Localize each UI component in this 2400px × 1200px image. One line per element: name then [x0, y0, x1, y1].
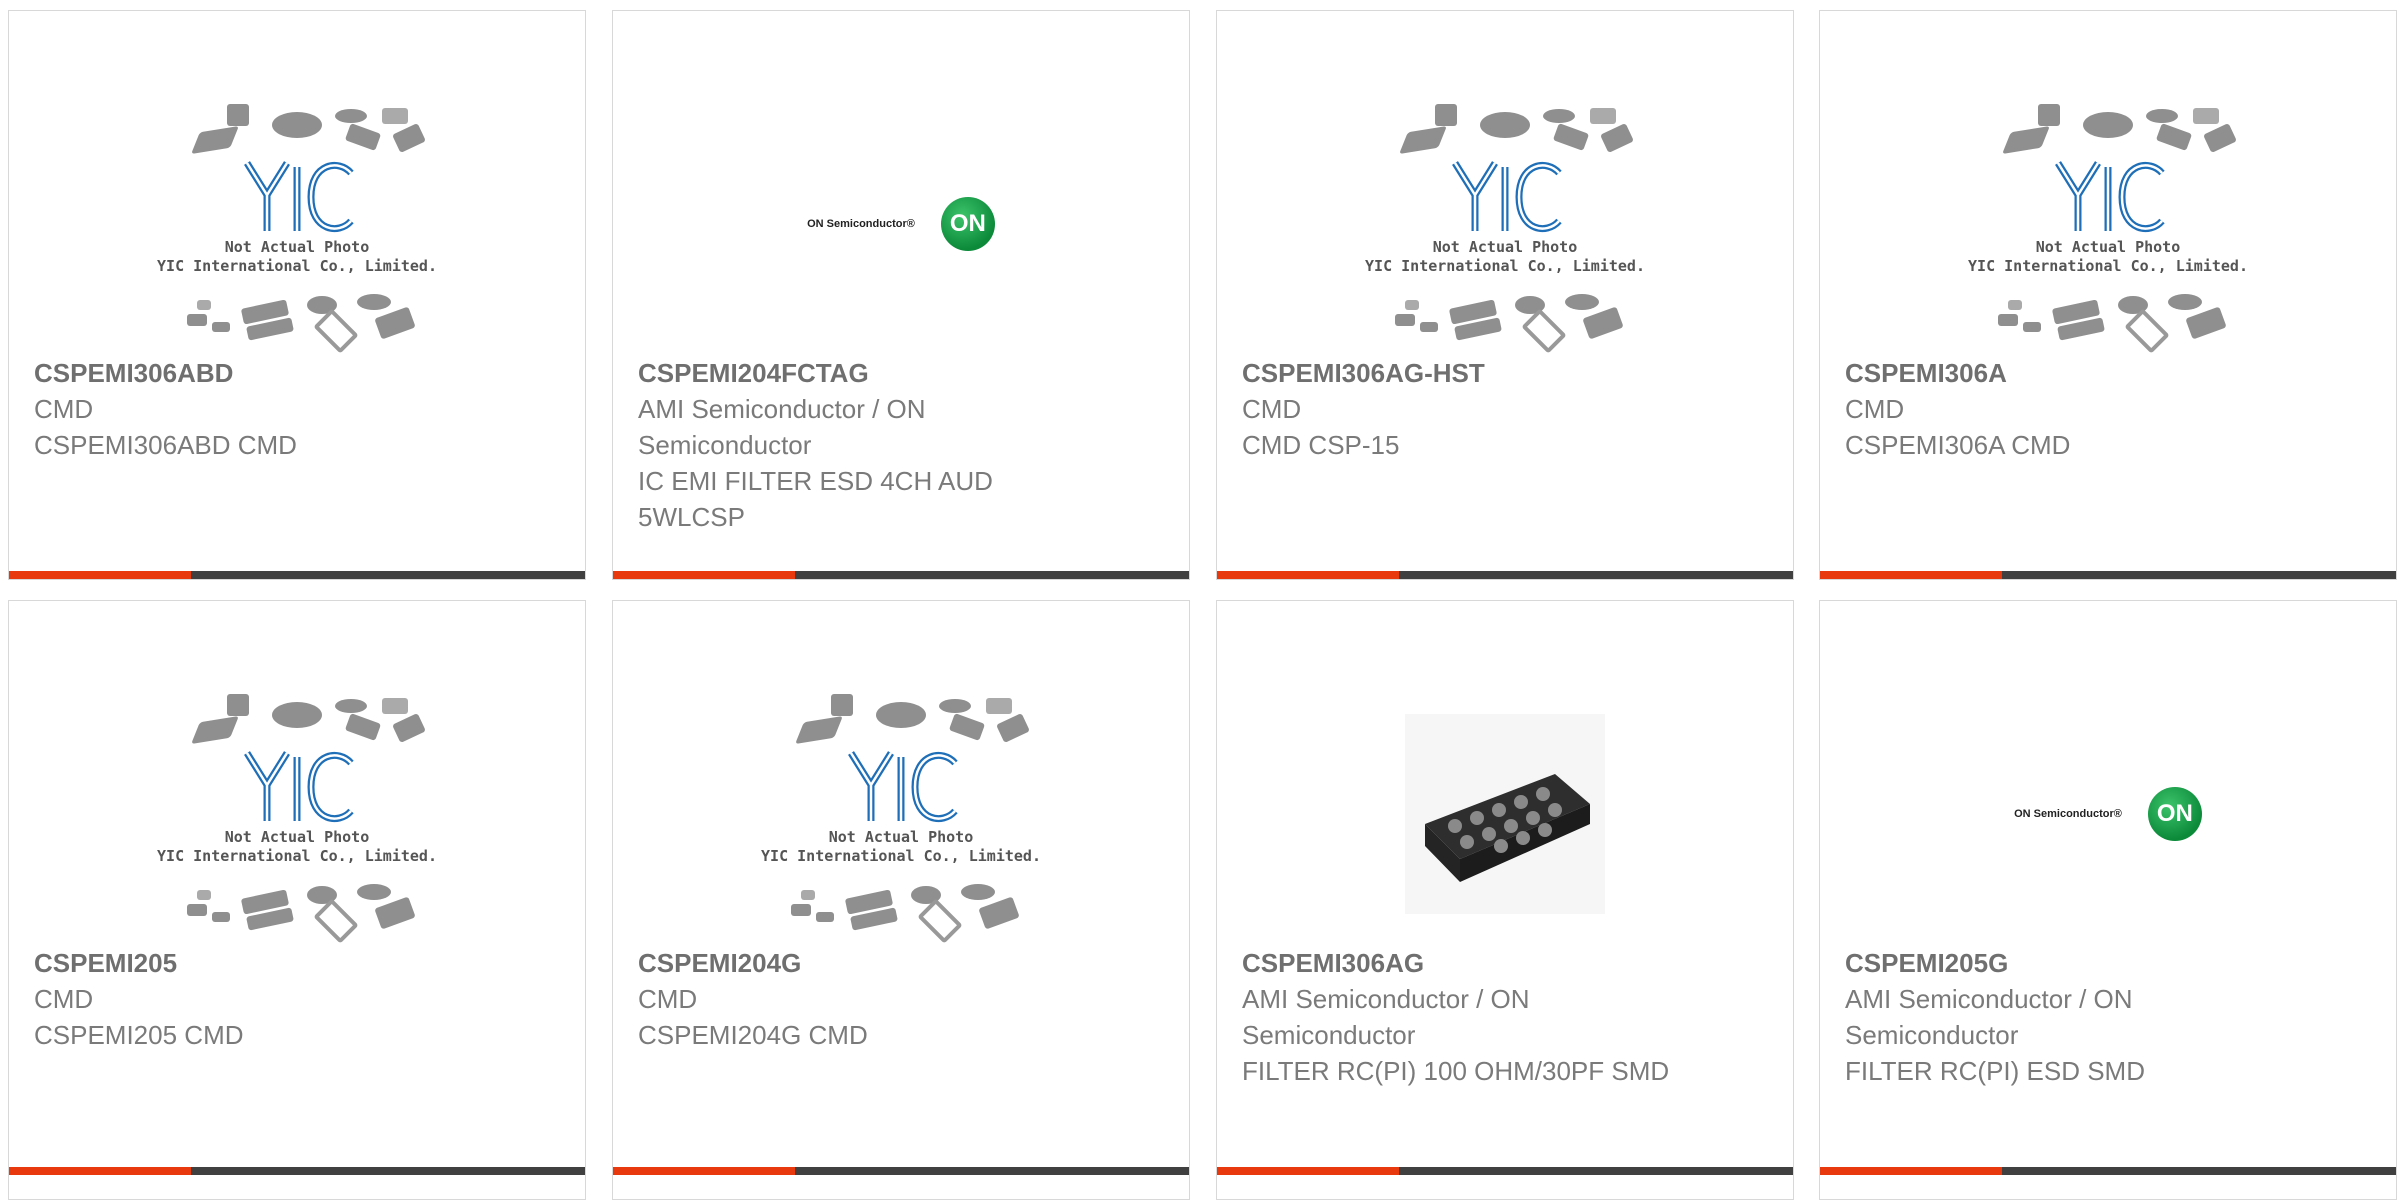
product-card[interactable]: ON Semiconductor® ON CSPEMI204FCTAG AMI S… [612, 10, 1190, 580]
product-grid: Not Actual Photo YIC International Co., L… [0, 0, 2400, 1200]
product-description: IC EMI FILTER ESD 4CH AUD 5WLCSP [638, 466, 993, 532]
product-card[interactable]: CSPEMI306AG AMI Semiconductor / ON Semico… [1216, 600, 1794, 1200]
product-description: CMD CSP-15 [1242, 430, 1400, 460]
card-footer-bar [613, 1167, 1189, 1175]
product-info: CSPEMI306A CMD CSPEMI306A CMD [1845, 355, 2371, 463]
card-footer-bar [9, 1167, 585, 1175]
yic-logo-icon [244, 160, 354, 232]
on-semiconductor-wordmark: ON Semiconductor® [2014, 807, 2122, 820]
not-actual-photo-image: Not Actual Photo YIC International Co., L… [1968, 103, 2248, 354]
product-thumbnail[interactable]: ON Semiconductor® ON [1820, 681, 2396, 946]
yic-logo-icon [2055, 160, 2165, 232]
card-footer-bar [1820, 1167, 2396, 1175]
not-actual-photo-caption: Not Actual Photo YIC International Co., L… [1365, 237, 1645, 275]
product-thumbnail[interactable]: Not Actual Photo YIC International Co., L… [613, 681, 1189, 946]
product-description: CSPEMI204G CMD [638, 1020, 868, 1050]
not-actual-photo-caption: Not Actual Photo YIC International Co., L… [761, 827, 1041, 865]
product-info: CSPEMI204G CMD CSPEMI204G CMD [638, 945, 1164, 1053]
card-footer-bar [1217, 571, 1793, 579]
card-accent-bar [1217, 1167, 1399, 1175]
manufacturer-label: AMI Semiconductor / ON Semiconductor [1242, 984, 1530, 1050]
manufacturer-label: CMD [34, 984, 94, 1014]
yic-logo-icon [244, 750, 354, 822]
part-number-link[interactable]: CSPEMI205 [34, 945, 560, 981]
on-logo-icon: ON [2147, 786, 2202, 841]
manufacturer-label: CMD [34, 394, 94, 424]
product-info: CSPEMI205G AMI Semiconductor / ON Semicon… [1845, 945, 2371, 1089]
not-actual-photo-image: Not Actual Photo YIC International Co., L… [157, 693, 437, 944]
card-accent-bar [9, 1167, 191, 1175]
card-accent-bar [613, 571, 795, 579]
product-thumbnail[interactable]: Not Actual Photo YIC International Co., L… [1820, 91, 2396, 356]
product-info: CSPEMI306AG AMI Semiconductor / ON Semico… [1242, 945, 1768, 1089]
part-number-link[interactable]: CSPEMI205G [1845, 945, 2371, 981]
product-thumbnail[interactable]: ON Semiconductor® ON [613, 91, 1189, 356]
card-footer-bar [613, 571, 1189, 579]
product-description: FILTER RC(PI) 100 OHM/30PF SMD [1242, 1056, 1670, 1086]
product-info: CSPEMI205 CMD CSPEMI205 CMD [34, 945, 560, 1053]
yic-logo-icon [848, 750, 958, 822]
product-card[interactable]: Not Actual Photo YIC International Co., L… [8, 600, 586, 1200]
product-thumbnail[interactable]: Not Actual Photo YIC International Co., L… [1217, 91, 1793, 356]
part-number-link[interactable]: CSPEMI204G [638, 945, 1164, 981]
product-thumbnail[interactable] [1217, 681, 1793, 946]
on-logo-icon: ON [940, 196, 995, 251]
product-card[interactable]: ON Semiconductor® ON CSPEMI205G AMI Semic… [1819, 600, 2397, 1200]
card-footer-bar [9, 571, 585, 579]
product-description: CSPEMI306A CMD [1845, 430, 2071, 460]
not-actual-photo-caption: Not Actual Photo YIC International Co., L… [1968, 237, 2248, 275]
product-thumbnail[interactable]: Not Actual Photo YIC International Co., L… [9, 681, 585, 946]
product-info: CSPEMI306AG-HST CMD CMD CSP-15 [1242, 355, 1768, 463]
not-actual-photo-image: Not Actual Photo YIC International Co., L… [157, 103, 437, 354]
part-number-link[interactable]: CSPEMI204FCTAG [638, 355, 1164, 391]
on-semiconductor-logo: ON Semiconductor® ON [2014, 786, 2202, 841]
part-number-link[interactable]: CSPEMI306AG-HST [1242, 355, 1768, 391]
manufacturer-label: AMI Semiconductor / ON Semiconductor [1845, 984, 2133, 1050]
product-thumbnail[interactable]: Not Actual Photo YIC International Co., L… [9, 91, 585, 356]
part-number-link[interactable]: CSPEMI306ABD [34, 355, 560, 391]
card-accent-bar [1217, 571, 1399, 579]
product-info: CSPEMI204FCTAG AMI Semiconductor / ON Sem… [638, 355, 1164, 535]
product-card[interactable]: Not Actual Photo YIC International Co., L… [8, 10, 586, 580]
product-card[interactable]: Not Actual Photo YIC International Co., L… [1216, 10, 1794, 580]
product-card[interactable]: Not Actual Photo YIC International Co., L… [612, 600, 1190, 1200]
on-semiconductor-wordmark: ON Semiconductor® [807, 217, 915, 230]
product-info: CSPEMI306ABD CMD CSPEMI306ABD CMD [34, 355, 560, 463]
manufacturer-label: CMD [1242, 394, 1302, 424]
manufacturer-label: CMD [638, 984, 698, 1014]
manufacturer-label: CMD [1845, 394, 1905, 424]
not-actual-photo-image: Not Actual Photo YIC International Co., L… [1365, 103, 1645, 354]
card-accent-bar [1820, 571, 2002, 579]
yic-logo-icon [1452, 160, 1562, 232]
manufacturer-label: AMI Semiconductor / ON Semiconductor [638, 394, 926, 460]
product-description: CSPEMI306ABD CMD [34, 430, 297, 460]
product-photo [1405, 713, 1605, 914]
not-actual-photo-caption: Not Actual Photo YIC International Co., L… [157, 827, 437, 865]
card-footer-bar [1820, 571, 2396, 579]
product-description: FILTER RC(PI) ESD SMD [1845, 1056, 2145, 1086]
product-description: CSPEMI205 CMD [34, 1020, 244, 1050]
not-actual-photo-image: Not Actual Photo YIC International Co., L… [761, 693, 1041, 944]
part-number-link[interactable]: CSPEMI306A [1845, 355, 2371, 391]
part-number-link[interactable]: CSPEMI306AG [1242, 945, 1768, 981]
card-accent-bar [9, 571, 191, 579]
on-semiconductor-logo: ON Semiconductor® ON [807, 196, 995, 251]
card-accent-bar [613, 1167, 795, 1175]
card-footer-bar [1217, 1167, 1793, 1175]
product-card[interactable]: Not Actual Photo YIC International Co., L… [1819, 10, 2397, 580]
card-accent-bar [1820, 1167, 2002, 1175]
not-actual-photo-caption: Not Actual Photo YIC International Co., L… [157, 237, 437, 275]
